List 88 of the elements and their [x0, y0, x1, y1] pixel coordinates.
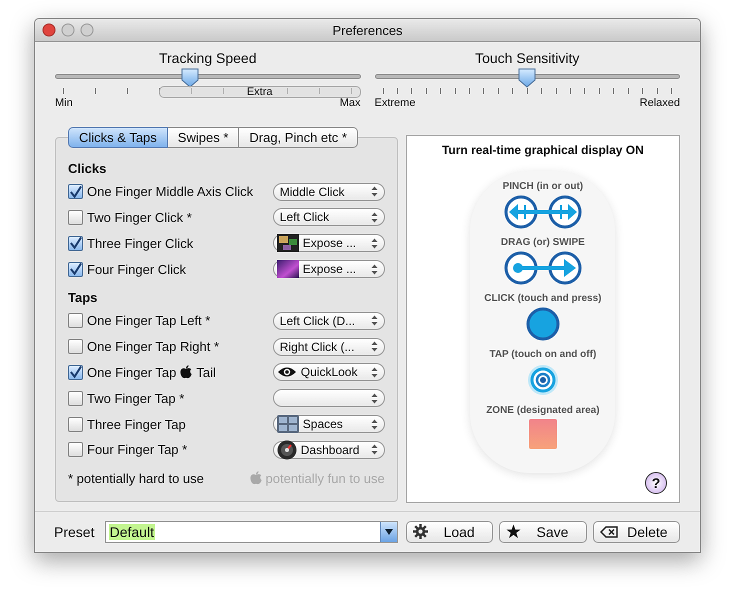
stepper-arrows-icon: [370, 212, 378, 223]
slider-thumb[interactable]: [518, 68, 536, 88]
min-label: Extreme: [374, 97, 416, 110]
load-button[interactable]: Load: [406, 520, 494, 543]
gear-icon: [412, 524, 428, 540]
checkbox[interactable]: [68, 390, 83, 406]
zone-square-icon: [528, 418, 557, 449]
legend-label: ZONE (designated area): [486, 404, 600, 416]
range-label: Extra: [246, 87, 273, 98]
popup-menu[interactable]: Expose ...: [272, 234, 385, 252]
checkbox[interactable]: [68, 262, 83, 277]
delete-key-icon: [600, 526, 618, 538]
checkbox[interactable]: [68, 236, 83, 251]
slider[interactable]: [374, 67, 680, 88]
star-icon: [506, 524, 522, 540]
tab[interactable]: Swipes *: [168, 126, 240, 148]
help-button[interactable]: ?: [645, 472, 667, 494]
option-label: Four Finger Click: [87, 262, 186, 277]
option-label: Two Finger Tap *: [87, 390, 184, 406]
option-label: One Finger Tap Right *: [87, 339, 219, 354]
popup-menu[interactable]: Middle Click: [272, 182, 385, 201]
slider[interactable]: [55, 67, 360, 88]
eye-icon: [276, 366, 297, 378]
preset-label: Preset: [54, 524, 96, 540]
footnote: * potentially hard to use: [68, 470, 204, 486]
swipe-arrow-icon: [504, 250, 582, 285]
display-toggle-label[interactable]: Turn real-time graphical display ON: [442, 142, 644, 157]
popup-menu[interactable]: [272, 389, 385, 408]
windows-icon: [276, 234, 299, 252]
checkbox[interactable]: [68, 210, 83, 225]
popup-menu[interactable]: Spaces: [272, 415, 385, 433]
stepper-arrows-icon: [370, 444, 378, 456]
window-title: Preferences: [332, 22, 403, 38]
checkbox[interactable]: [68, 184, 83, 200]
popup-menu[interactable]: Left Click: [272, 208, 385, 226]
click-dot-icon: [526, 306, 560, 341]
window-controls-icon[interactable]: [42, 23, 94, 37]
tap-rings-icon: [526, 362, 560, 397]
preset-combo-box[interactable]: Default: [104, 520, 398, 543]
popup-menu[interactable]: Right Click (...: [272, 338, 385, 356]
gauge-icon: [276, 440, 297, 460]
max-label: Relaxed: [640, 97, 680, 110]
checkbox[interactable]: [68, 364, 83, 380]
option-label: One Finger Tap Left *: [87, 313, 210, 328]
stepper-arrows-icon: [370, 418, 378, 430]
option-label: Three Finger Click: [87, 236, 194, 251]
slider-thumb[interactable]: [180, 68, 199, 88]
stepper-arrows-icon: [370, 366, 378, 378]
max-label: Max: [340, 97, 360, 110]
legend-label: PINCH (in or out): [502, 180, 584, 192]
slider-title: Touch Sensitivity: [475, 50, 580, 66]
popup-menu[interactable]: QuickLook: [272, 363, 385, 382]
option-label: Tail: [196, 364, 216, 380]
pinch-icon: [504, 194, 582, 229]
apple-icon: [250, 471, 262, 486]
delete-button[interactable]: Delete: [592, 520, 680, 543]
popup-menu[interactable]: Dashboard: [272, 440, 385, 459]
stepper-arrows-icon: [370, 186, 378, 198]
checkbox[interactable]: [68, 442, 83, 458]
option-label: One Finger Tap: [87, 364, 176, 380]
stepper-arrows-icon: [370, 341, 378, 352]
option-label: One Finger Middle Axis Click: [87, 184, 254, 200]
section-heading: Clicks: [68, 160, 108, 176]
stepper-arrows-icon: [370, 315, 378, 326]
stepper-arrows-icon: [370, 238, 378, 249]
tab[interactable]: Clicks & Taps: [68, 126, 168, 148]
grid-icon: [276, 415, 299, 433]
apple-icon: [180, 365, 192, 380]
tab[interactable]: Drag, Pinch etc *: [239, 126, 358, 148]
checkbox[interactable]: [68, 339, 83, 354]
min-label: Min: [55, 97, 73, 110]
save-button[interactable]: Save: [499, 520, 587, 543]
option-label: Two Finger Click *: [87, 210, 192, 225]
checkbox[interactable]: [68, 416, 83, 432]
popup-menu[interactable]: Expose ...: [272, 260, 385, 278]
legend-label: DRAG (or) SWIPE: [500, 236, 585, 248]
footnote: potentially fun to use: [266, 470, 385, 486]
checkbox[interactable]: [68, 313, 83, 328]
option-label: Four Finger Tap *: [87, 442, 188, 458]
legend-label: CLICK (touch and press): [484, 292, 602, 304]
section-heading: Taps: [68, 290, 98, 305]
stepper-arrows-icon: [370, 392, 378, 404]
popup-menu[interactable]: Left Click (D...: [272, 312, 385, 330]
desktop-icon: [276, 260, 299, 278]
stepper-arrows-icon: [370, 264, 378, 275]
option-label: Three Finger Tap: [87, 416, 186, 432]
slider-title: Tracking Speed: [158, 50, 257, 66]
legend-label: TAP (touch on and off): [489, 348, 596, 360]
